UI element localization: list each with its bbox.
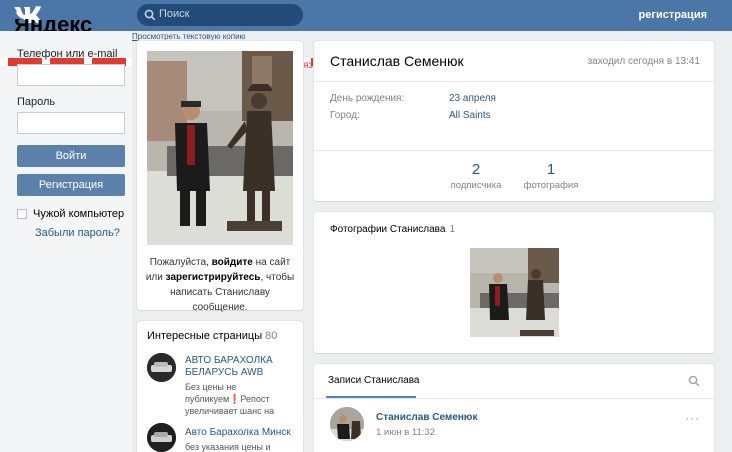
interesting-pages-title[interactable]: Интересные страницы 80 — [147, 330, 277, 342]
yandex-ad-brand[interactable]: Яндекс — [14, 19, 92, 31]
birthday-label: День рождения: — [330, 93, 405, 104]
foreign-computer-label: Чужой компьютер — [33, 208, 125, 220]
photos-count[interactable]: 1 — [511, 161, 591, 178]
birthday-value[interactable]: 23 апреля — [449, 93, 496, 104]
profile-photo-card: Пожалуйста, войдите на сайт или зарегист… — [137, 41, 303, 313]
search-icon[interactable] — [688, 375, 700, 387]
group-avatar[interactable] — [147, 423, 176, 452]
more-options-icon[interactable]: ··· — [686, 412, 700, 426]
post-author-link[interactable]: Станислав Семенюк — [376, 412, 477, 423]
login-panel — [0, 31, 132, 452]
avatar[interactable] — [330, 407, 364, 441]
top-header: Поиск регистрация — [0, 0, 732, 31]
text-copy-link[interactable]: Просмотреть текстовую копию — [132, 32, 246, 41]
foreign-computer-checkbox[interactable] — [17, 209, 27, 219]
phone-input[interactable] — [17, 64, 125, 86]
photo-thumbnail[interactable] — [470, 248, 559, 337]
search-icon — [144, 9, 156, 21]
profile-photo[interactable] — [147, 51, 293, 245]
last-seen-status: заходил сегодня в 13:41 — [587, 56, 700, 67]
register-button[interactable]: Регистрация — [17, 174, 125, 196]
interesting-pages-count: 80 — [265, 330, 278, 342]
photos-title[interactable]: Фотографии Станислава 1 — [330, 224, 455, 235]
login-button[interactable]: Войти — [17, 145, 125, 167]
divider — [314, 81, 714, 82]
login-note-login-link[interactable]: войдите — [212, 257, 253, 268]
divider — [314, 398, 714, 399]
followers-count[interactable]: 2 — [436, 161, 516, 178]
photos-label[interactable]: фотография — [511, 180, 591, 191]
register-link[interactable]: регистрация — [639, 9, 707, 21]
photos-card: Фотографии Станислава 1 — [314, 212, 714, 353]
search-input[interactable]: Поиск — [137, 4, 303, 26]
forgot-password-link[interactable]: Забыли пароль? — [35, 227, 120, 239]
profile-name: Станислав Семенюк — [330, 53, 464, 69]
interesting-pages-label: Интересные страницы — [147, 330, 263, 342]
city-value[interactable]: All Saints — [449, 110, 491, 121]
search-placeholder: Поиск — [159, 8, 190, 20]
followers-label[interactable]: подписчика — [436, 180, 516, 191]
password-input[interactable] — [17, 112, 125, 134]
interesting-pages-card: Интересные страницы 80 АВТО БАРАХОЛКА БЕ… — [137, 321, 303, 452]
profile-info-card: Станислав Семенюк заходил сегодня в 13:4… — [314, 41, 714, 201]
group-avatar[interactable] — [147, 353, 176, 382]
group-description: Без цены не публикуем❗Репост увеличивает… — [185, 381, 297, 417]
exclamation-icon: ❗ — [229, 394, 241, 404]
divider — [314, 150, 714, 151]
photos-title-label: Фотографии Станислава — [330, 224, 446, 235]
ad-text-fragment: яз — [303, 60, 313, 71]
wall-posts-card: Записи Станислава Станислав Семенюк 1 ию… — [314, 364, 714, 452]
login-note: Пожалуйста, войдите на сайт или зарегист… — [145, 255, 295, 315]
group-name[interactable]: Авто Барахолка Минск — [185, 427, 297, 439]
photos-title-count: 1 — [449, 224, 456, 235]
phone-label: Телефон или e-mail — [17, 48, 118, 60]
password-label: Пароль — [17, 96, 56, 108]
tab-posts[interactable]: Записи Станислава — [328, 375, 419, 386]
group-description: без указания цены и — [185, 442, 271, 452]
login-note-register-link[interactable]: зарегистрируйтесь — [166, 272, 261, 283]
post-date[interactable]: 1 июн в 11:32 — [376, 427, 435, 438]
login-note-text-1: Пожалуйста, — [149, 257, 212, 268]
group-name[interactable]: АВТО БАРАХОЛКА БЕЛАРУСЬ AWB — [185, 355, 297, 379]
city-label: Город: — [330, 110, 360, 121]
